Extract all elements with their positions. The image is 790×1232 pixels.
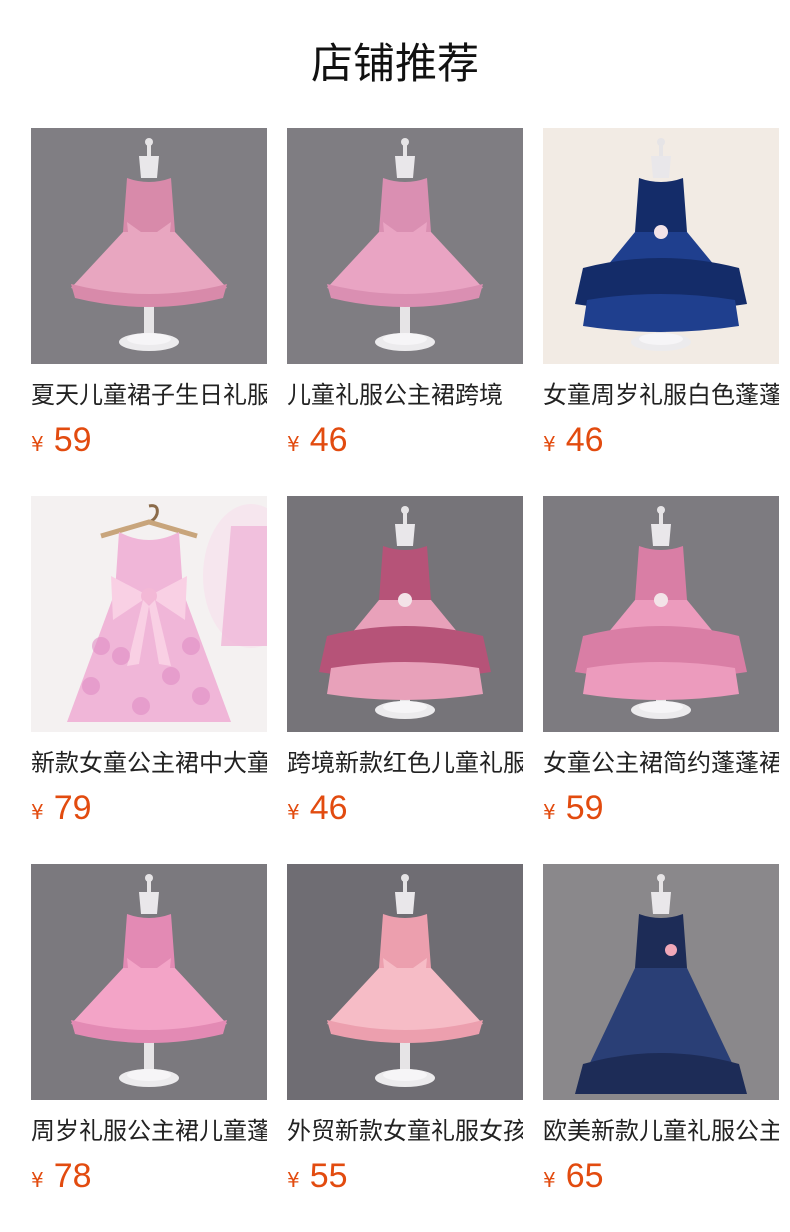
product-image (31, 864, 267, 1100)
product-image (31, 496, 267, 732)
currency-symbol: ¥ (287, 432, 300, 456)
product-image (287, 864, 523, 1100)
product-image (543, 496, 779, 732)
pink-sequin-bow-dress-image[interactable] (31, 496, 267, 732)
product-price-line: ¥59 (543, 786, 779, 830)
product-card[interactable]: 新款女童公主裙中大童 ¥79 (31, 496, 267, 864)
product-price: 55 (309, 1157, 348, 1195)
pink-tiered-tulle-dress-image[interactable] (31, 864, 267, 1100)
product-price-line: ¥46 (287, 418, 523, 462)
pink-lace-tutu-dress-image[interactable] (31, 128, 267, 364)
product-price: 79 (53, 789, 92, 827)
pink-bow-tutu-dress-image[interactable] (287, 128, 523, 364)
product-image (543, 864, 779, 1100)
product-price-line: ¥46 (287, 786, 523, 830)
product-image (287, 128, 523, 364)
currency-symbol: ¥ (31, 800, 44, 824)
product-price-line: ¥59 (31, 418, 267, 462)
product-image (543, 128, 779, 364)
product-image (31, 128, 267, 364)
product-name[interactable]: 儿童礼服公主裙跨境 (287, 378, 523, 412)
rose-sequin-dress-image[interactable] (287, 496, 523, 732)
currency-symbol: ¥ (287, 800, 300, 824)
currency-symbol: ¥ (543, 800, 556, 824)
product-price: 46 (565, 421, 604, 459)
currency-symbol: ¥ (31, 432, 44, 456)
currency-symbol: ¥ (543, 1168, 556, 1192)
product-card[interactable]: 跨境新款红色儿童礼服 ¥46 (287, 496, 523, 864)
product-image (287, 496, 523, 732)
product-name[interactable]: 外贸新款女童礼服女孩 (287, 1114, 523, 1148)
currency-symbol: ¥ (543, 432, 556, 456)
product-card[interactable]: 外贸新款女童礼服女孩 ¥55 (287, 864, 523, 1232)
product-price-line: ¥65 (543, 1154, 779, 1198)
product-price-line: ¥78 (31, 1154, 267, 1198)
product-name[interactable]: 女童周岁礼服白色蓬蓬裙 (543, 378, 779, 412)
currency-symbol: ¥ (287, 1168, 300, 1192)
product-card[interactable]: 周岁礼服公主裙儿童蓬蓬 ¥78 (31, 864, 267, 1232)
product-price: 78 (53, 1157, 92, 1195)
product-card[interactable]: 儿童礼服公主裙跨境 ¥46 (287, 128, 523, 496)
product-price: 59 (53, 421, 92, 459)
product-price: 46 (309, 789, 348, 827)
product-price-line: ¥46 (543, 418, 779, 462)
product-name[interactable]: 周岁礼服公主裙儿童蓬蓬 (31, 1114, 267, 1148)
navy-layered-dress-image[interactable] (543, 128, 779, 364)
product-price: 59 (565, 789, 604, 827)
product-card[interactable]: 女童周岁礼服白色蓬蓬裙 ¥46 (543, 128, 779, 496)
page-title: 店铺推荐 (310, 39, 479, 88)
product-price: 46 (309, 421, 348, 459)
peach-tulle-dress-image[interactable] (287, 864, 523, 1100)
product-price-line: ¥79 (31, 786, 267, 830)
currency-symbol: ¥ (31, 1168, 44, 1192)
product-price: 65 (565, 1157, 604, 1195)
product-card[interactable]: 女童公主裙简约蓬蓬裙 ¥59 (543, 496, 779, 864)
product-price-line: ¥55 (287, 1154, 523, 1198)
product-name[interactable]: 欧美新款儿童礼服公主裙 (543, 1114, 779, 1148)
product-name[interactable]: 跨境新款红色儿童礼服 (287, 746, 523, 780)
product-name[interactable]: 夏天儿童裙子生日礼服 (31, 378, 267, 412)
product-card[interactable]: 欧美新款儿童礼服公主裙 ¥65 (543, 864, 779, 1232)
product-card[interactable]: 夏天儿童裙子生日礼服 ¥59 (31, 128, 267, 496)
product-name[interactable]: 女童公主裙简约蓬蓬裙 (543, 746, 779, 780)
navy-long-gown-image[interactable] (543, 864, 779, 1100)
product-name[interactable]: 新款女童公主裙中大童 (31, 746, 267, 780)
pink-ruffle-dress-image[interactable] (543, 496, 779, 732)
product-grid: 夏天儿童裙子生日礼服 ¥59 儿童礼服公主裙跨境 ¥46 女童周岁礼服白色蓬蓬裙 ¥46 新… (31, 128, 779, 1232)
